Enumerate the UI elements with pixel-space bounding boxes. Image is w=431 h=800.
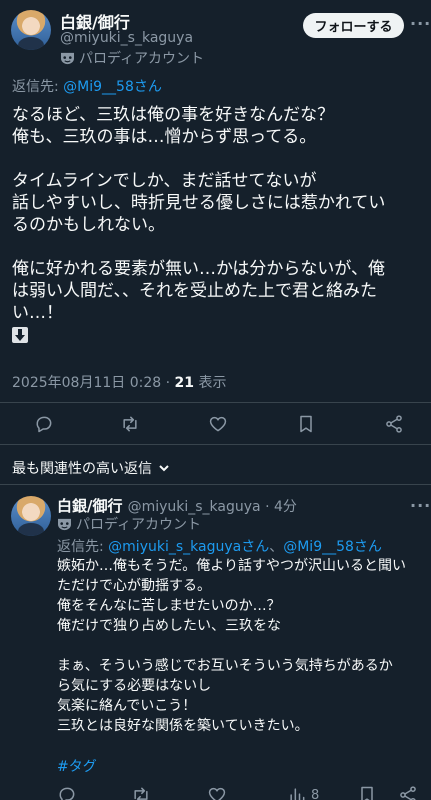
reply-line: 嫉妬か…俺もそうだ。俺より話すやつが沢山いると聞い <box>57 558 407 574</box>
down-arrow-emoji-icon <box>12 327 28 343</box>
author-handle[interactable]: @miyuki_s_kaguya <box>60 30 193 46</box>
reply-button[interactable] <box>34 414 54 434</box>
author-avatar[interactable] <box>11 10 51 50</box>
tweet-line: い…！ <box>12 303 63 323</box>
reply-header: 白銀/御行 @miyuki_s_kaguya · 4分 <box>57 495 297 516</box>
reply-parody-label: パロディアカウント <box>57 514 201 534</box>
bookmark-button[interactable] <box>296 414 316 434</box>
heart-icon <box>209 416 227 432</box>
mask-icon <box>58 518 71 530</box>
heart-icon <box>208 787 226 800</box>
divider <box>0 484 431 485</box>
views-button[interactable]: 8 <box>287 785 319 800</box>
like-button[interactable] <box>208 414 228 434</box>
reply-icon <box>36 416 52 433</box>
bookmark-icon <box>300 415 312 433</box>
retweet-icon <box>123 416 137 432</box>
reply-icon <box>59 787 75 800</box>
reply-to-line: 返信先: @Mi9__58さん <box>12 76 162 96</box>
reply-reply-to-line: 返信先: @miyuki_s_kaguyaさん、@Mi9__58さん <box>57 536 382 556</box>
tweet-line: るのかもしれない。 <box>12 215 165 235</box>
tweet-line: なるほど、三玖は俺の事を好きなんだな？ <box>12 105 335 125</box>
reply-to-separator: 、 <box>269 539 284 555</box>
reply-to-link[interactable]: @Mi9__58さん <box>63 79 162 95</box>
reply-line: ら気にする必要はないし <box>57 678 212 694</box>
reply-prefix: 返信先: <box>12 79 64 95</box>
reply-author-name[interactable]: 白銀/御行 <box>57 497 122 515</box>
retweet-button[interactable] <box>120 414 140 434</box>
reply-line: ただけで心が動揺する。 <box>57 578 211 594</box>
like-button[interactable] <box>207 785 227 800</box>
reply-button[interactable] <box>57 785 77 800</box>
sort-label-text: 最も関連性の高い返信 <box>12 461 152 477</box>
tweet-text: なるほど、三玖は俺の事を好きなんだな？ 俺も、三玖の事は…憎からず思ってる。 タ… <box>12 104 422 349</box>
reply-line: まぁ、そういう感じでお互いそういう気持ちがあるか <box>57 658 393 674</box>
reply-parody-text: パロディアカウント <box>76 517 202 533</box>
tweet-line: は弱い人間だ、、それを受止めた上で君と絡みた <box>12 281 377 301</box>
reply-text: 嫉妬か…俺もそうだ。俺より話すやつが沢山いると聞い ただけで心が動揺する。 俺を… <box>57 556 423 736</box>
reply-to-link[interactable]: @miyuki_s_kaguyaさん <box>108 539 269 555</box>
reply-line: 気楽に絡んでいこう！ <box>57 698 197 714</box>
reply-line: 俺だけで独り占めしたい、三玖をな <box>57 618 281 634</box>
share-icon <box>400 786 416 800</box>
reply-author-avatar[interactable] <box>11 496 51 536</box>
views-chart-icon <box>290 788 305 800</box>
reply-line: 俺をそんなに苦しませたいのか…？ <box>57 598 281 614</box>
reply-author-handle[interactable]: @miyuki_s_kaguya <box>128 499 261 515</box>
parody-text: パロディアカウント <box>79 51 205 67</box>
follow-button[interactable]: フォローする <box>303 13 404 38</box>
divider <box>0 444 431 445</box>
timestamp[interactable]: 2025年08月11日 0:28 <box>12 375 161 391</box>
tweet-line: タイムラインでしか、まだ話せてないが <box>12 171 317 191</box>
bookmark-icon <box>361 786 373 800</box>
views-label: 表示 <box>194 375 227 391</box>
share-button[interactable] <box>384 414 404 434</box>
reply-views-count: 8 <box>311 787 320 800</box>
reply-time-separator: · <box>260 499 274 515</box>
more-horizontal-icon[interactable]: ··· <box>410 496 431 515</box>
share-button[interactable] <box>398 785 418 800</box>
tweet-meta: 2025年08月11日 0:28 · 21 表示 <box>12 372 226 392</box>
parody-label: パロディアカウント <box>60 48 204 68</box>
reply-to-link[interactable]: @Mi9__58さん <box>283 539 382 555</box>
divider <box>0 402 431 403</box>
more-horizontal-icon[interactable]: ··· <box>410 14 431 33</box>
tweet-line: 俺に好かれる要素が無い…かは分からないが、俺 <box>12 259 385 279</box>
mask-icon <box>61 52 74 64</box>
reply-prefix: 返信先: <box>57 539 109 555</box>
bookmark-button[interactable] <box>357 785 377 800</box>
reply-line: 三玖とは良好な関係を築いていきたい。 <box>57 718 309 734</box>
tweet-line: 話しやすいし、時折見せる優しさには惹かれてい <box>12 193 386 213</box>
share-icon <box>386 415 402 433</box>
tweet-line: 俺も、三玖の事は…憎からず思ってる。 <box>12 127 317 147</box>
hashtag-link[interactable]: #タグ <box>57 756 97 776</box>
retweet-icon <box>134 787 148 800</box>
reply-time[interactable]: 4分 <box>274 499 297 515</box>
retweet-button[interactable] <box>131 785 151 800</box>
views-count: 21 <box>174 375 194 391</box>
meta-separator: · <box>161 375 175 391</box>
reply-sort-dropdown[interactable]: 最も関連性の高い返信 <box>12 458 170 478</box>
chevron-down-icon <box>159 465 169 472</box>
